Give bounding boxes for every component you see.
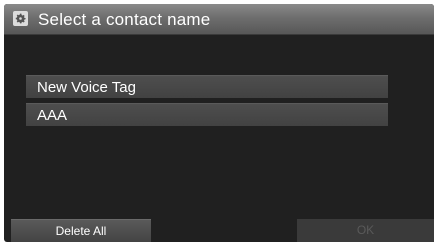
list-item-aaa[interactable]: AAA	[26, 103, 388, 126]
contact-select-screen: Select a contact name New Voice Tag AAA …	[0, 0, 438, 244]
title-bar: Select a contact name	[4, 4, 434, 35]
delete-all-button[interactable]: Delete All	[11, 219, 151, 242]
ok-button[interactable]: OK	[297, 219, 434, 242]
gear-icon	[13, 11, 28, 26]
contact-list: New Voice Tag AAA	[26, 75, 388, 131]
page-title: Select a contact name	[38, 10, 211, 29]
list-item-new-voice-tag[interactable]: New Voice Tag	[26, 75, 388, 98]
